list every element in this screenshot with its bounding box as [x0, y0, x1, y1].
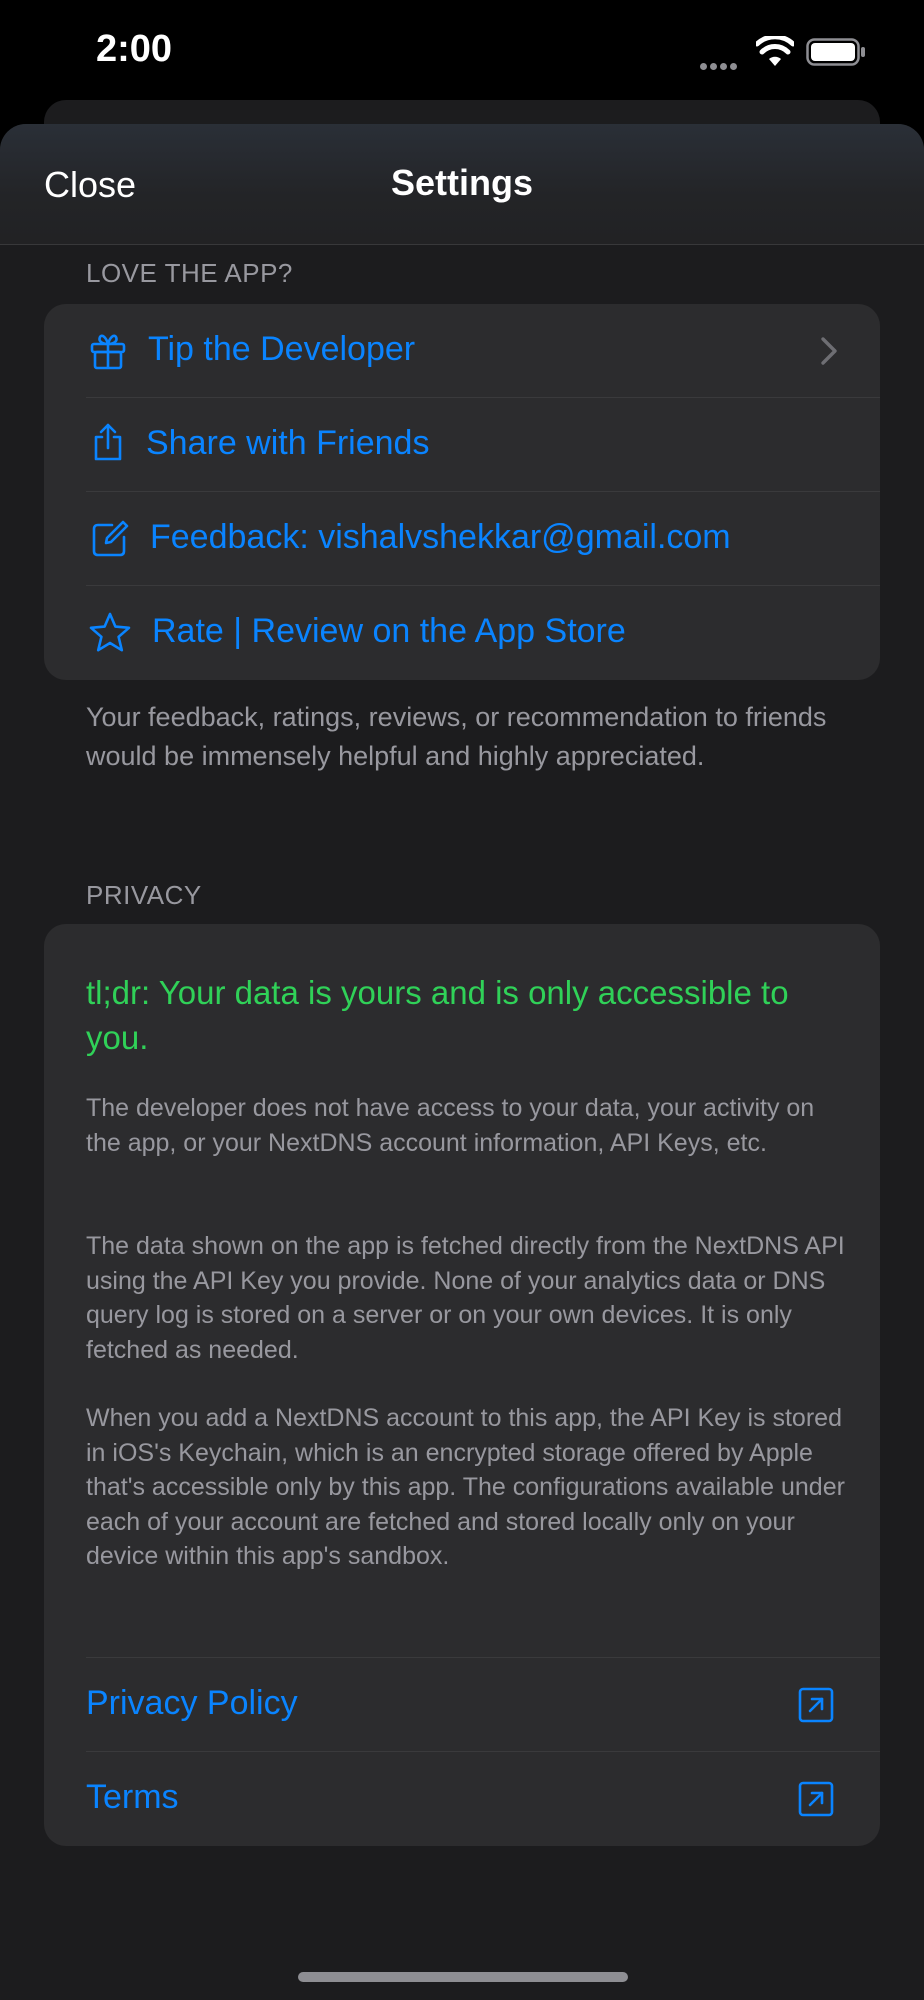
gift-icon [90, 334, 126, 370]
status-bar: 2:00 [0, 0, 924, 110]
battery-icon [806, 38, 865, 66]
rate-review-row[interactable]: Rate | Review on the App Store [44, 586, 880, 680]
terms-label: Terms [86, 1778, 179, 1816]
section-header-love-the-app: LOVE THE APP? [86, 258, 293, 288]
love-the-app-footer: Your feedback, ratings, reviews, or reco… [86, 702, 827, 771]
home-indicator [298, 1972, 628, 1982]
share-icon [94, 423, 122, 461]
privacy-tldr: tl;dr: Your data is yours and is only ac… [86, 974, 789, 1056]
feedback-row[interactable]: Feedback: vishalvshekkar@gmail.com [44, 492, 880, 586]
wifi-icon [756, 36, 794, 66]
tip-the-developer-label: Tip the Developer [148, 330, 416, 368]
star-icon [89, 612, 131, 652]
feedback-label: Feedback: vishalvshekkar@gmail.com [150, 518, 731, 556]
tip-the-developer-row[interactable]: Tip the Developer [44, 304, 880, 398]
privacy-paragraph: The data shown on the app is fetched dir… [86, 1232, 845, 1364]
privacy-paragraph: When you add a NextDNS account to this a… [86, 1404, 845, 1570]
privacy-policy-label: Privacy Policy [86, 1684, 298, 1722]
page-title: Settings [390, 162, 533, 203]
settings-sheet: Close Settings LOVE THE APP? Tip the Dev… [0, 124, 924, 2000]
share-with-friends-label: Share with Friends [146, 424, 430, 462]
share-with-friends-row[interactable]: Share with Friends [44, 398, 880, 492]
section-header-privacy: PRIVACY [86, 880, 202, 910]
privacy-paragraph: The developer does not have access to yo… [86, 1094, 815, 1157]
cellular-signal-icon [700, 57, 744, 70]
chevron-right-icon [821, 337, 837, 365]
love-the-app-group: Tip the Developer Share with Friends Fee… [44, 304, 880, 680]
navigation-bar: Close Settings [0, 124, 924, 245]
status-time: 2:00 [96, 28, 173, 70]
external-link-icon [798, 1781, 834, 1817]
privacy-group: tl;dr: Your data is yours and is only ac… [44, 924, 880, 1846]
compose-icon [92, 520, 129, 557]
external-link-icon [798, 1687, 834, 1723]
privacy-policy-link[interactable]: Privacy Policy [44, 1658, 880, 1752]
terms-link[interactable]: Terms [44, 1752, 880, 1846]
rate-review-label: Rate | Review on the App Store [152, 612, 626, 650]
